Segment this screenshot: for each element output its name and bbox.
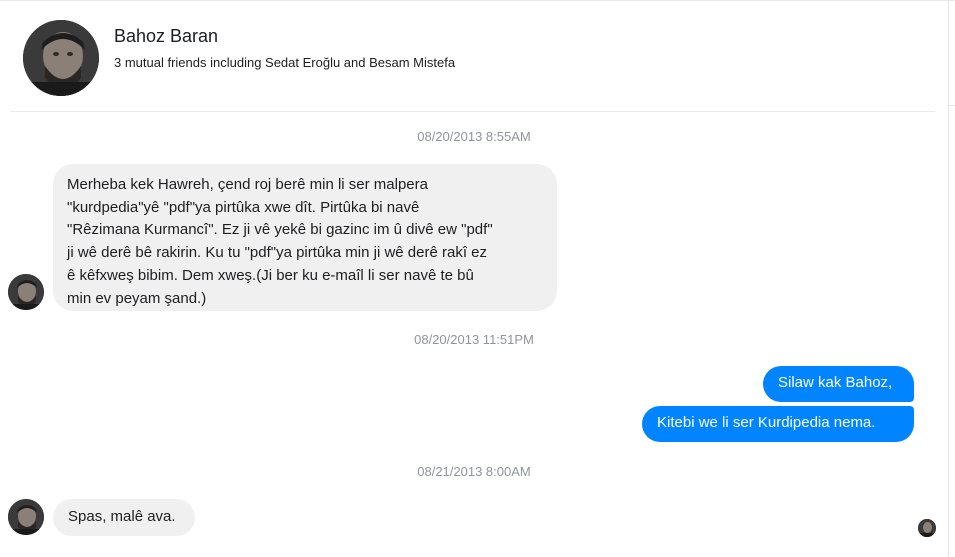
message-line: "kurdpedia"yê "pdf"ya pirtûka xwe dît. P… [67,198,420,216]
message-line: Merheba kek Hawreh, çend roj berê min li… [67,176,428,193]
profile-photo-icon [8,274,44,310]
contact-name[interactable]: Bahoz Baran [114,26,218,47]
panel-divider [948,1,949,557]
panel-divider-tick [949,105,955,106]
sender-avatar[interactable] [8,499,44,535]
profile-photo-mini-icon [918,519,936,537]
seen-indicator [918,519,936,537]
conversation-header: Bahoz Baran 3 mutual friends including S… [0,1,948,111]
header-divider [10,111,935,112]
mutual-friends-text: 3 mutual friends including Sedat Eroğlu … [114,55,456,70]
contact-avatar[interactable] [23,20,99,96]
message-bubble-incoming[interactable]: Spas, malê ava. [53,499,195,536]
profile-photo-icon [23,20,99,96]
message-timestamp: 08/21/2013 8:00AM [417,464,531,479]
message-line: "Rêzimana Kurmancî". Ez ji vê yekê bi ga… [67,221,493,239]
message-text: Kitebi we li ser Kurdipedia nema. [657,414,876,431]
message-bubble-outgoing[interactable]: Kitebi we li ser Kurdipedia nema. [642,406,914,442]
messenger-conversation: Bahoz Baran 3 mutual friends including S… [0,0,955,557]
profile-photo-icon [8,499,44,535]
message-text: Spas, malê ava. [68,508,176,525]
message-timestamp: 08/20/2013 8:55AM [417,129,531,144]
message-timestamp: 08/20/2013 11:51PM [414,332,534,347]
message-line: min ev peyam şand.) [67,289,207,307]
message-bubble-outgoing[interactable]: Silaw kak Bahoz, [763,366,914,402]
message-line: ji wê derê bê rakirin. Ku tu "pdf"ya pir… [67,244,487,262]
message-line: ê kêfxweş bibim. Dem xweş.(Ji ber ku e-m… [67,266,474,284]
sender-avatar[interactable] [8,274,44,310]
message-text: Silaw kak Bahoz, [778,374,893,391]
message-bubble-incoming[interactable]: Merheba kek Hawreh, çend roj berê min li… [53,164,557,311]
